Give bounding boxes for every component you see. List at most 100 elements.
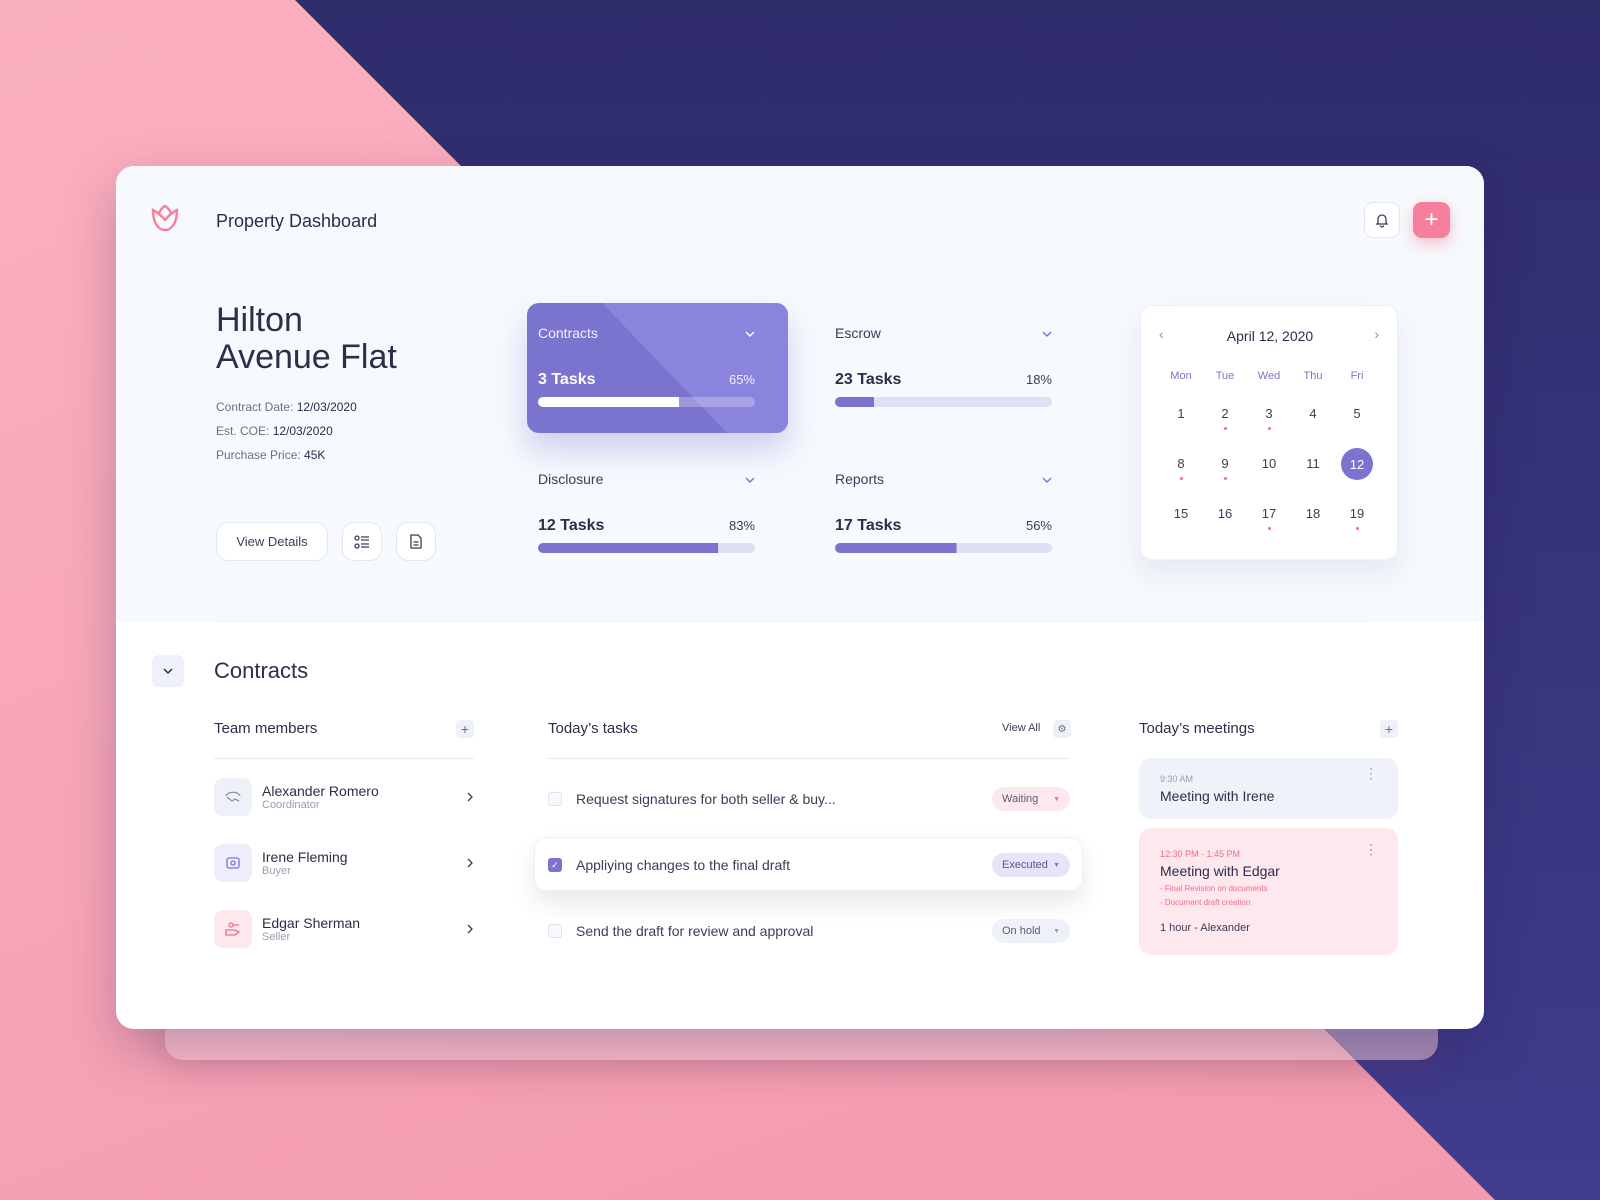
status-label: On hold — [1002, 925, 1041, 937]
property-detail: Contract Date: 12/03/2020 — [216, 395, 357, 419]
chevron-down-icon[interactable] — [1042, 331, 1052, 338]
day-number: 19 — [1349, 506, 1365, 521]
plus-icon: + — [1384, 721, 1394, 737]
category-disclosure[interactable]: Disclosure 12 Tasks 83% — [538, 457, 755, 557]
calendar-day[interactable]: 12 — [1335, 448, 1379, 484]
day-number: 9 — [1221, 456, 1229, 471]
chevron-down-icon[interactable] — [745, 331, 755, 338]
progress-bar — [835, 397, 1052, 407]
next-month-button[interactable]: › — [1374, 326, 1379, 342]
weekday-label: Wed — [1257, 370, 1281, 382]
category-contracts[interactable]: Contracts 3 Tasks 65% — [538, 311, 755, 411]
status-label: Waiting — [1002, 793, 1039, 805]
plus-icon: + — [460, 721, 470, 737]
meetings-title: Today’s meetings — [1139, 720, 1255, 737]
property-detail: Est. COE: 12/03/2020 — [216, 419, 357, 443]
handshake-icon — [225, 791, 241, 802]
checklist-button[interactable] — [342, 522, 382, 561]
calendar-day[interactable]: 5 — [1335, 406, 1379, 434]
calendar-day[interactable]: 16 — [1203, 506, 1247, 534]
task-item[interactable]: Request signatures for both seller & buy… — [548, 783, 1070, 815]
task-checkbox[interactable] — [548, 792, 562, 806]
add-meeting-button[interactable]: + — [1380, 720, 1398, 738]
calendar-day[interactable]: 9 — [1203, 456, 1247, 484]
chevron-right-icon[interactable] — [466, 923, 474, 935]
category-reports[interactable]: Reports 17 Tasks 56% — [835, 457, 1052, 557]
day-number: 18 — [1305, 506, 1321, 521]
calendar-day[interactable]: 3 — [1247, 406, 1291, 434]
document-button[interactable] — [396, 522, 436, 561]
add-member-button[interactable]: + — [456, 720, 474, 738]
chevron-right-icon[interactable] — [466, 857, 474, 869]
more-icon[interactable]: ⋮ — [1364, 766, 1378, 780]
meeting-card[interactable]: 12:30 PM - 1:45 PM Meeting with Edgar - … — [1139, 828, 1398, 955]
caret-down-icon: ▼ — [1053, 861, 1060, 869]
calendar-day[interactable]: 11 — [1291, 456, 1335, 484]
category-percent: 56% — [1025, 518, 1052, 533]
dashboard-card: Property Dashboard + Hilton Avenue Flat … — [116, 166, 1484, 1029]
calendar-day[interactable]: 15 — [1159, 506, 1203, 534]
meeting-time: 12:30 PM - 1:45 PM — [1160, 849, 1241, 859]
wallet-icon — [226, 857, 240, 869]
progress-fill — [538, 543, 719, 553]
category-percent: 65% — [728, 372, 755, 387]
filter-button[interactable]: ⚙ — [1053, 720, 1071, 738]
status-dropdown[interactable]: On hold ▼ — [992, 919, 1070, 943]
meeting-title: Meeting with Edgar — [1160, 863, 1280, 879]
property-name-line1: Hilton — [216, 301, 303, 339]
chevron-right-icon[interactable] — [466, 791, 474, 803]
team-title: Team members — [214, 720, 318, 737]
category-percent: 83% — [728, 518, 755, 533]
category-label: Escrow — [835, 325, 881, 341]
meeting-time: 9:30 AM — [1160, 774, 1194, 784]
app-title: Property Dashboard — [216, 211, 378, 231]
collapse-button[interactable] — [152, 655, 184, 687]
calendar-day[interactable]: 18 — [1291, 506, 1335, 534]
category-escrow[interactable]: Escrow 23 Tasks 18% — [835, 311, 1052, 411]
meeting-card[interactable]: 9:30 AM Meeting with Irene ⋮ — [1139, 758, 1398, 819]
chevron-down-icon[interactable] — [745, 477, 755, 484]
team-member[interactable]: Alexander Romero Coordinator — [214, 778, 474, 816]
chevron-down-icon[interactable] — [1042, 477, 1052, 484]
add-button[interactable]: + — [1413, 202, 1450, 238]
calendar-day[interactable]: 1 — [1159, 406, 1203, 434]
status-dropdown[interactable]: Executed ▼ — [992, 853, 1070, 877]
meeting-note: - Document draft creation — [1160, 898, 1251, 907]
member-role: Coordinator — [262, 799, 320, 811]
category-percent: 18% — [1025, 372, 1052, 387]
divider — [214, 758, 474, 759]
team-member[interactable]: Irene Fleming Buyer — [214, 844, 474, 882]
key-hand-icon — [225, 922, 241, 936]
more-icon[interactable]: ⋮ — [1364, 842, 1378, 856]
notifications-button[interactable] — [1364, 202, 1400, 238]
category-tasks: 17 Tasks — [835, 517, 902, 534]
calendar-day[interactable]: 10 — [1247, 456, 1291, 484]
event-dot — [1179, 477, 1183, 480]
progress-fill — [538, 397, 680, 407]
event-dot — [1267, 427, 1271, 430]
member-name: Irene Fleming — [262, 849, 348, 865]
team-member[interactable]: Edgar Sherman Seller — [214, 910, 474, 948]
calendar-title: April 12, 2020 — [1226, 328, 1314, 344]
task-item[interactable]: Send the draft for review and approval O… — [548, 915, 1070, 947]
calendar-day[interactable]: 2 — [1203, 406, 1247, 434]
event-dot — [1223, 477, 1227, 480]
view-all-link[interactable]: View All — [1002, 722, 1040, 734]
divider — [548, 758, 1070, 759]
calendar-day[interactable]: 4 — [1291, 406, 1335, 434]
calendar-day[interactable]: 19 — [1335, 506, 1379, 534]
status-dropdown[interactable]: Waiting ▼ — [992, 787, 1070, 811]
property-detail: Purchase Price: 45K — [216, 443, 357, 467]
category-label: Reports — [835, 471, 885, 487]
day-number: 17 — [1261, 506, 1277, 521]
status-label: Executed — [1002, 859, 1048, 871]
task-item[interactable]: ✓ Appliying changes to the final draft E… — [548, 849, 1070, 881]
calendar-day[interactable]: 17 — [1247, 506, 1291, 534]
weekday-label: Thu — [1303, 370, 1323, 382]
calendar-day[interactable]: 8 — [1159, 456, 1203, 484]
day-number: 8 — [1177, 456, 1185, 471]
bell-icon — [1375, 214, 1389, 228]
view-details-button[interactable]: View Details — [216, 522, 328, 561]
task-checkbox[interactable] — [548, 924, 562, 938]
task-checkbox[interactable]: ✓ — [548, 858, 562, 872]
